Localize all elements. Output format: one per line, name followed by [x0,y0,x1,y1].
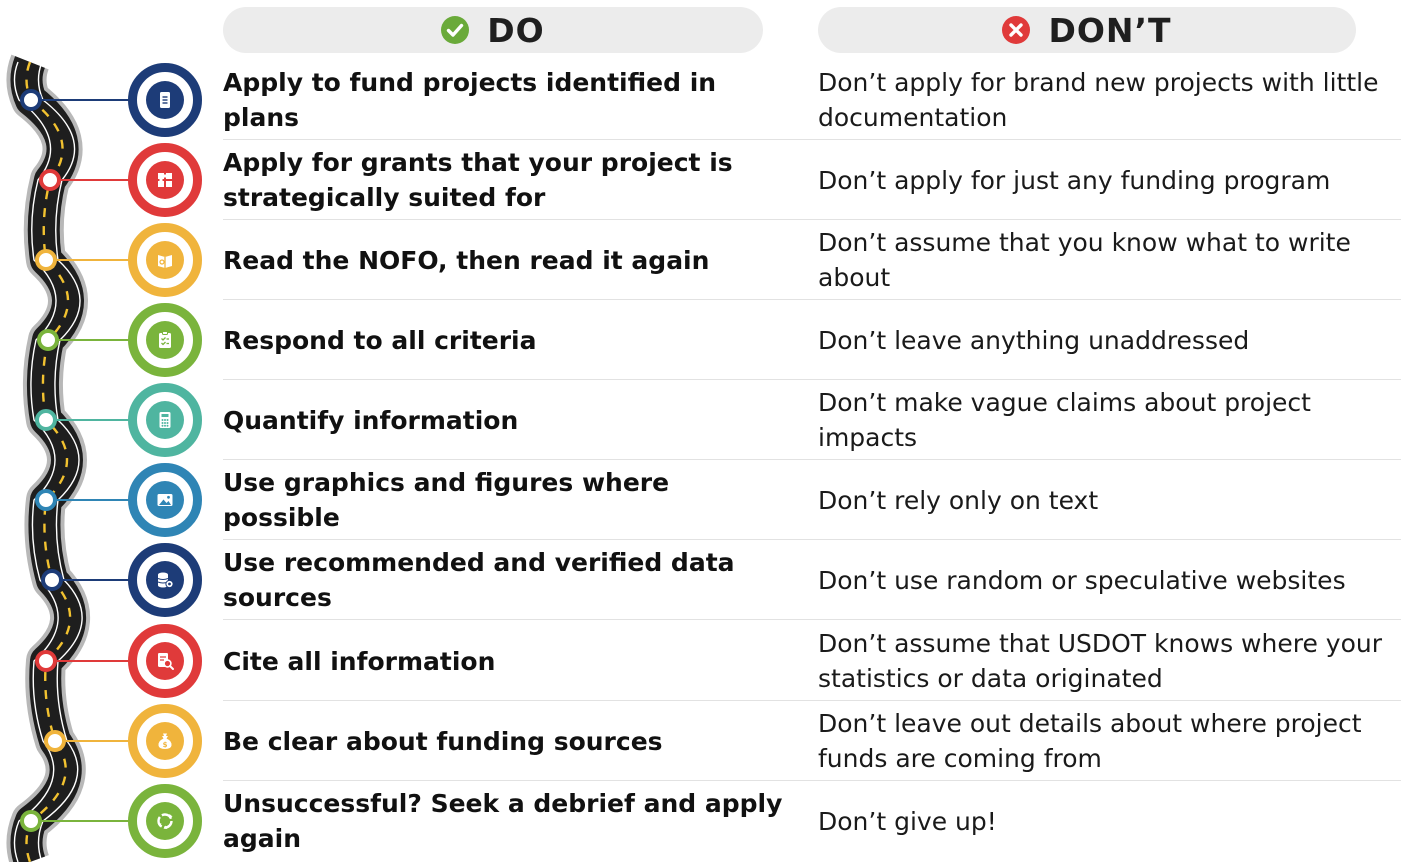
table-row: Use recommended and verified data source… [0,540,1401,620]
checklist-icon [146,321,184,359]
table-row: $ Be clear about funding sources Don’t lea… [0,701,1401,781]
dont-item-text: Don’t rely only on text [818,460,1388,540]
table-row: Apply for grants that your project is st… [0,140,1401,220]
road-waypoint-marker [35,489,57,511]
road-waypoint-marker [44,730,66,752]
dont-item-text: Don’t make vague claims about project im… [818,380,1388,460]
reading-icon [146,241,184,279]
image-icon [146,481,184,519]
dont-item-label: Don’t apply for just any funding program [818,165,1331,195]
dont-item-text: Don’t use random or speculative websites [818,540,1388,620]
road-waypoint-marker [41,569,63,591]
step-icon-badge [128,383,202,457]
road-connector-line [46,259,132,261]
road-connector-line [52,579,132,581]
step-icon-badge: $ [128,704,202,778]
do-item-label: Cite all information [223,646,496,676]
do-item-label: Apply to fund projects identified in pla… [223,68,717,132]
step-icon-badge [128,624,202,698]
do-item-label: Apply for grants that your project is st… [223,148,733,212]
dont-item-label: Don’t apply for brand new projects with … [818,68,1379,132]
do-item-text: Use graphics and figures where possible [223,460,783,540]
dont-item-label: Don’t leave out details about where proj… [818,709,1362,773]
dont-item-text: Don’t leave anything unaddressed [818,300,1388,380]
x-circle-icon [1002,16,1031,44]
table-row: Unsuccessful? Seek a debrief and apply a… [0,781,1401,861]
road-connector-line [48,339,132,341]
road-connector-line [55,740,132,742]
road-connector-line [46,419,132,421]
do-header: DO [223,7,763,53]
do-item-label: Be clear about funding sources [223,726,663,756]
dont-item-label: Don’t assume that you know what to write… [818,228,1351,292]
dont-item-label: Don’t rely only on text [818,485,1099,515]
do-item-text: Use recommended and verified data source… [223,540,783,620]
table-row: Respond to all criteria Don’t leave anyth… [0,300,1401,380]
calculator-icon [146,401,184,439]
table-row: Use graphics and figures where possible D… [0,460,1401,540]
step-icon-badge [128,543,202,617]
do-item-text: Quantify information [223,380,783,460]
do-item-text: Apply for grants that your project is st… [223,140,783,220]
database-gear-icon [146,561,184,599]
road-waypoint-marker [20,810,42,832]
money-bag-icon: $ [146,722,184,760]
step-icon-badge [128,63,202,137]
road-waypoint-marker [35,249,57,271]
dont-item-text: Don’t assume that you know what to write… [818,220,1388,300]
do-item-label: Use recommended and verified data source… [223,548,735,612]
dont-item-label: Don’t make vague claims about project im… [818,388,1311,452]
road-connector-line [50,179,132,181]
do-item-text: Apply to fund projects identified in pla… [223,60,783,140]
do-item-text: Cite all information [223,621,783,701]
dont-item-text: Don’t give up! [818,781,1388,861]
road-waypoint-marker [35,650,57,672]
table-row: Read the NOFO, then read it again Don’t a… [0,220,1401,300]
dont-item-label: Don’t give up! [818,806,997,836]
do-item-text: Read the NOFO, then read it again [223,220,783,300]
do-item-text: Be clear about funding sources [223,701,783,781]
table-row: Quantify information Don’t make vague cla… [0,380,1401,460]
row-divider [223,619,1401,620]
step-icon-badge [128,303,202,377]
dont-item-label: Don’t leave anything unaddressed [818,325,1250,355]
road-waypoint-marker [20,89,42,111]
step-icon-badge [128,223,202,297]
road-connector-line [31,99,132,101]
road-connector-line [46,499,132,501]
dont-item-text: Don’t assume that USDOT knows where your… [818,621,1388,701]
puzzle-icon [146,161,184,199]
do-item-label: Quantify information [223,405,519,435]
step-icon-badge [128,143,202,217]
table-row: Apply to fund projects identified in pla… [0,60,1401,140]
svg-text:$: $ [163,741,168,749]
do-title: DO [487,10,545,50]
dont-title: DON’T [1048,10,1172,50]
dont-item-text: Don’t apply for just any funding program [818,140,1388,220]
search-document-icon [146,642,184,680]
do-item-label: Respond to all criteria [223,325,537,355]
do-item-label: Read the NOFO, then read it again [223,245,710,275]
cycle-arrows-icon [146,802,184,840]
do-item-label: Use graphics and figures where possible [223,468,670,532]
do-item-text: Unsuccessful? Seek a debrief and apply a… [223,781,783,861]
road-waypoint-marker [35,409,57,431]
document-icon [146,81,184,119]
dont-item-text: Don’t leave out details about where proj… [818,701,1388,781]
road-waypoint-marker [39,169,61,191]
step-icon-badge [128,463,202,537]
road-connector-line [46,660,132,662]
do-item-text: Respond to all criteria [223,300,783,380]
road-connector-line [31,820,132,822]
dont-item-label: Don’t assume that USDOT knows where your… [818,629,1382,693]
dont-item-label: Don’t use random or speculative websites [818,565,1346,595]
step-icon-badge [128,784,202,858]
do-item-label: Unsuccessful? Seek a debrief and apply a… [223,789,783,853]
table-row: Cite all information Don’t assume that US… [0,621,1401,701]
road-waypoint-marker [37,329,59,351]
dont-item-text: Don’t apply for brand new projects with … [818,60,1388,140]
check-circle-icon [441,16,470,44]
dont-header: DON’T [818,7,1356,53]
